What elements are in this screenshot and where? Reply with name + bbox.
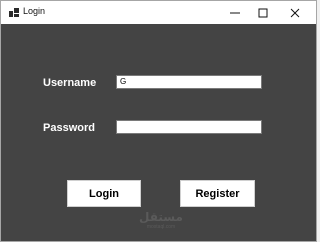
app-window-icon	[9, 8, 19, 17]
username-input[interactable]: G	[116, 75, 262, 89]
minimize-icon	[230, 8, 240, 18]
close-button[interactable]	[280, 1, 310, 24]
form-area: Username G Password Login Register مستقل…	[1, 24, 316, 241]
mostaql-watermark: مستقل mostaql.com	[136, 210, 186, 231]
window-title: Login	[23, 6, 46, 16]
username-label: Username	[43, 77, 97, 89]
password-input[interactable]	[116, 120, 262, 134]
minimize-button[interactable]	[220, 1, 250, 24]
maximize-icon	[258, 8, 268, 18]
maximize-button[interactable]	[248, 1, 278, 24]
password-label: Password	[43, 122, 95, 134]
register-button[interactable]: Register	[180, 180, 255, 207]
title-bar[interactable]: Login	[1, 1, 316, 24]
watermark-site: mostaql.com	[146, 224, 176, 230]
close-icon	[290, 8, 300, 18]
login-button[interactable]: Login	[67, 180, 141, 207]
watermark-logo-text: مستقل	[139, 210, 183, 224]
login-window: Login Username G Password Login Register…	[0, 0, 317, 242]
